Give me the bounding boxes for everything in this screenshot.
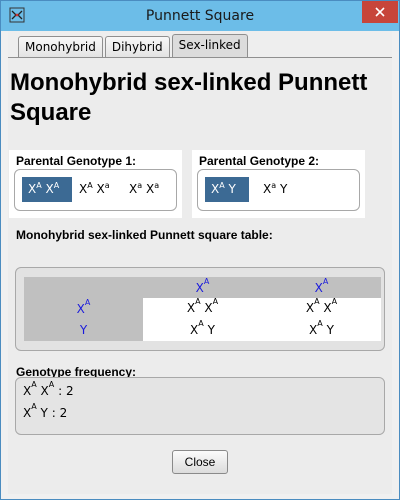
allele-base: Y bbox=[207, 323, 215, 337]
column-header: XA bbox=[262, 277, 381, 295]
allele-superscript: A bbox=[322, 277, 329, 286]
allele-base: X bbox=[129, 182, 138, 196]
allele-superscript: A bbox=[31, 380, 37, 389]
allele-base: X bbox=[23, 406, 32, 420]
offspring-cell: XA Y bbox=[262, 319, 381, 341]
genotype-option-xa-xa[interactable]: Xa Xa bbox=[129, 177, 159, 202]
allele-superscript: a bbox=[104, 181, 110, 190]
allele-base: X bbox=[305, 301, 315, 315]
allele-superscript: A bbox=[219, 181, 225, 190]
allele-base: X bbox=[195, 281, 204, 295]
column-header: XA bbox=[143, 277, 262, 295]
title-bar[interactable]: Punnett Square bbox=[1, 1, 399, 31]
frequency-count: : 2 bbox=[51, 406, 68, 420]
allele-superscript: A bbox=[203, 277, 210, 286]
parental-genotype-2-label: Parental Genotype 2: bbox=[199, 154, 320, 168]
allele-superscript: A bbox=[198, 319, 204, 328]
window-close-button[interactable] bbox=[362, 1, 398, 23]
window-client-area: Monohybrid Dihybrid Sex-linked Monohybri… bbox=[8, 31, 392, 494]
allele-base: X bbox=[204, 301, 213, 315]
allele-superscript: a bbox=[137, 181, 143, 190]
allele-base: Y bbox=[326, 323, 334, 337]
allele-superscript: A bbox=[195, 297, 201, 306]
page-title: Monohybrid sex-linked Punnett Square bbox=[10, 69, 368, 126]
allele-base: X bbox=[211, 182, 220, 196]
allele-base: X bbox=[76, 302, 85, 316]
parental-genotype-2-panel: Parental Genotype 2: XA Y Xa Y bbox=[192, 150, 365, 218]
allele-superscript: A bbox=[84, 298, 91, 307]
row-header: XA bbox=[24, 298, 143, 316]
parental-genotype-1-list: XA XA XA Xa Xa Xa bbox=[14, 169, 177, 211]
tab-sex-linked[interactable]: Sex-linked bbox=[171, 34, 248, 58]
genotype-option-xA-xa[interactable]: XA Xa bbox=[79, 177, 110, 202]
punnett-table-label: Monohybrid sex-linked Punnett square tab… bbox=[16, 228, 273, 242]
allele-superscript: A bbox=[314, 297, 320, 306]
tab-bar: Monohybrid Dihybrid Sex-linked bbox=[18, 34, 250, 58]
allele-base: X bbox=[40, 384, 49, 398]
frequency-line: XA XA : 2 bbox=[23, 380, 74, 398]
close-icon bbox=[375, 7, 385, 17]
allele-base: Y bbox=[79, 323, 88, 337]
parental-genotype-1-label: Parental Genotype 1: bbox=[16, 154, 137, 168]
allele-base: Y bbox=[279, 182, 288, 196]
row-header: Y bbox=[24, 323, 143, 337]
punnett-window: Punnett Square Monohybrid Dihybrid Sex-l… bbox=[0, 0, 400, 500]
tab-dihybrid[interactable]: Dihybrid bbox=[104, 36, 170, 58]
allele-base: X bbox=[45, 182, 54, 196]
genotype-frequency-panel: XA XA : 2 XA Y : 2 bbox=[15, 377, 385, 435]
allele-base: X bbox=[28, 182, 37, 196]
allele-base: X bbox=[263, 182, 272, 196]
genotype-option-xA-y[interactable]: XA Y bbox=[205, 177, 249, 202]
offspring-cell: XA XA bbox=[143, 297, 262, 319]
genotype-option-xA-xA[interactable]: XA XA bbox=[22, 177, 72, 202]
punnett-table-panel: XA XA XA Y XA XA XA XA XA Y XA Y bbox=[15, 267, 385, 351]
allele-base: X bbox=[323, 301, 332, 315]
offspring-cell: XA XA bbox=[262, 297, 381, 319]
genotype-option-xa-y[interactable]: Xa Y bbox=[263, 177, 287, 202]
allele-superscript: A bbox=[31, 402, 37, 411]
allele-base: X bbox=[314, 281, 323, 295]
sex-linked-panel: Monohybrid sex-linked Punnett Square Par… bbox=[8, 57, 392, 494]
allele-base: X bbox=[186, 301, 196, 315]
allele-superscript: a bbox=[154, 181, 160, 190]
allele-base: X bbox=[96, 182, 105, 196]
parental-genotype-1-panel: Parental Genotype 1: XA XA XA Xa Xa Xa bbox=[9, 150, 182, 218]
allele-base: Y bbox=[40, 406, 48, 420]
tab-monohybrid[interactable]: Monohybrid bbox=[18, 36, 103, 58]
allele-superscript: A bbox=[317, 319, 323, 328]
allele-superscript: A bbox=[212, 297, 219, 306]
allele-superscript: A bbox=[53, 181, 60, 190]
allele-superscript: A bbox=[87, 181, 93, 190]
allele-superscript: A bbox=[36, 181, 42, 190]
allele-superscript: A bbox=[48, 380, 55, 389]
close-button[interactable]: Close bbox=[172, 450, 228, 474]
frequency-count: : 2 bbox=[58, 384, 74, 398]
frequency-line: XA Y : 2 bbox=[23, 402, 68, 420]
allele-base: Y bbox=[228, 182, 236, 196]
offspring-cell: XA Y bbox=[143, 319, 262, 341]
allele-base: X bbox=[79, 182, 88, 196]
allele-superscript: A bbox=[331, 297, 338, 306]
punnett-table: XA XA XA Y XA XA XA XA XA Y XA Y bbox=[24, 277, 381, 341]
window-title: Punnett Square bbox=[145, 8, 255, 24]
allele-base: X bbox=[23, 384, 32, 398]
allele-base: X bbox=[145, 182, 155, 196]
parental-genotype-2-list: XA Y Xa Y bbox=[197, 169, 360, 211]
allele-superscript: a bbox=[271, 181, 277, 190]
